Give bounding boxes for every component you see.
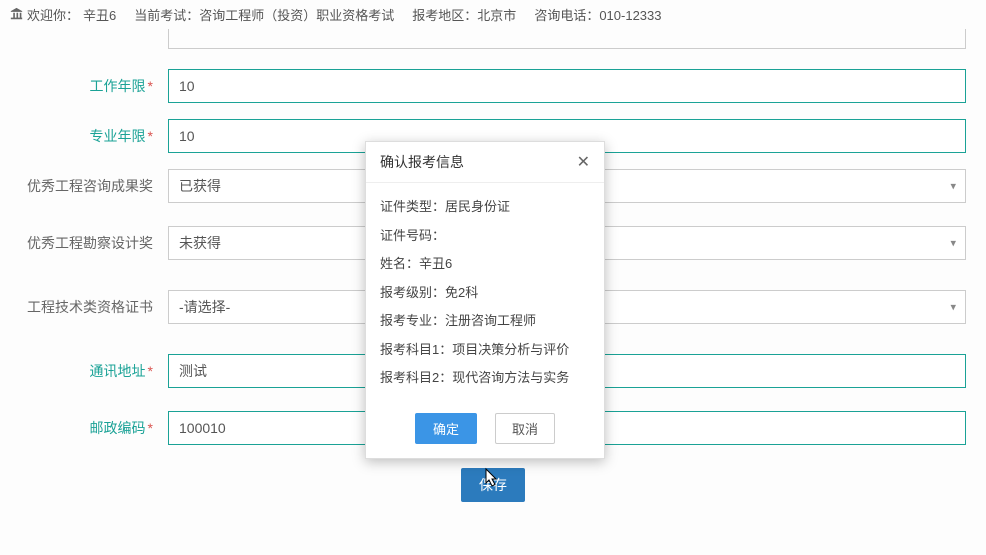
modal-header: 确认报考信息 ✕ [366,142,604,183]
info-label-subj2: 报考科目2： [380,370,452,385]
info-label-name: 姓名： [380,256,419,271]
info-label-id-type: 证件类型： [380,199,445,214]
form-row-work-years: 工作年限* [10,61,976,111]
confirm-button[interactable]: 确定 [415,413,477,444]
username: 辛丑6 [83,5,116,24]
info-val-major: 注册咨询工程师 [445,313,536,328]
welcome-text: 欢迎你： 辛丑6 [10,5,116,24]
label-award1: 优秀工程咨询成果奖 [10,176,168,196]
info-label-subj1: 报考科目1： [380,342,452,357]
header-bar: 欢迎你： 辛丑6 当前考试：咨询工程师（投资）职业资格考试 报考地区：北京市 咨… [0,0,986,29]
work-years-input[interactable] [168,69,966,103]
label-work-years: 工作年限* [10,76,168,96]
form-row-stub [10,29,976,61]
info-val-name: 辛丑6 [419,256,452,271]
label-cert: 工程技术类资格证书 [10,297,168,317]
info-label-major: 报考专业： [380,313,445,328]
label-prof-years: 专业年限* [10,126,168,146]
modal-body: 证件类型：居民身份证 证件号码： 姓名：辛丑6 报考级别：免2科 报考专业：注册… [366,183,604,405]
label-address: 通讯地址* [10,361,168,381]
info-label-id-no: 证件号码： [380,228,445,243]
info-val-id-type: 居民身份证 [445,199,510,214]
welcome-prefix: 欢迎你： [27,5,79,24]
stub-field[interactable] [168,29,966,49]
info-val-subj2: 现代咨询方法与实务 [452,370,569,385]
confirm-modal: 确认报考信息 ✕ 证件类型：居民身份证 证件号码： 姓名：辛丑6 报考级别：免2… [365,141,605,459]
save-row: 保存 [10,453,976,502]
info-val-level: 免2科 [445,285,478,300]
info-val-subj1: 项目决策分析与评价 [452,342,569,357]
save-button[interactable]: 保存 [461,468,525,502]
region: 报考地区：北京市 [412,5,516,24]
label-award2: 优秀工程勘察设计奖 [10,233,168,253]
cancel-button[interactable]: 取消 [495,413,555,444]
modal-footer: 确定 取消 [366,405,604,458]
institution-icon [10,7,23,23]
label-postcode: 邮政编码* [10,418,168,438]
close-icon[interactable]: ✕ [577,152,590,172]
current-exam: 当前考试：咨询工程师（投资）职业资格考试 [134,5,394,24]
modal-title: 确认报考信息 [380,152,464,172]
contact-phone: 咨询电话：010-12333 [534,5,661,24]
info-label-level: 报考级别： [380,285,445,300]
